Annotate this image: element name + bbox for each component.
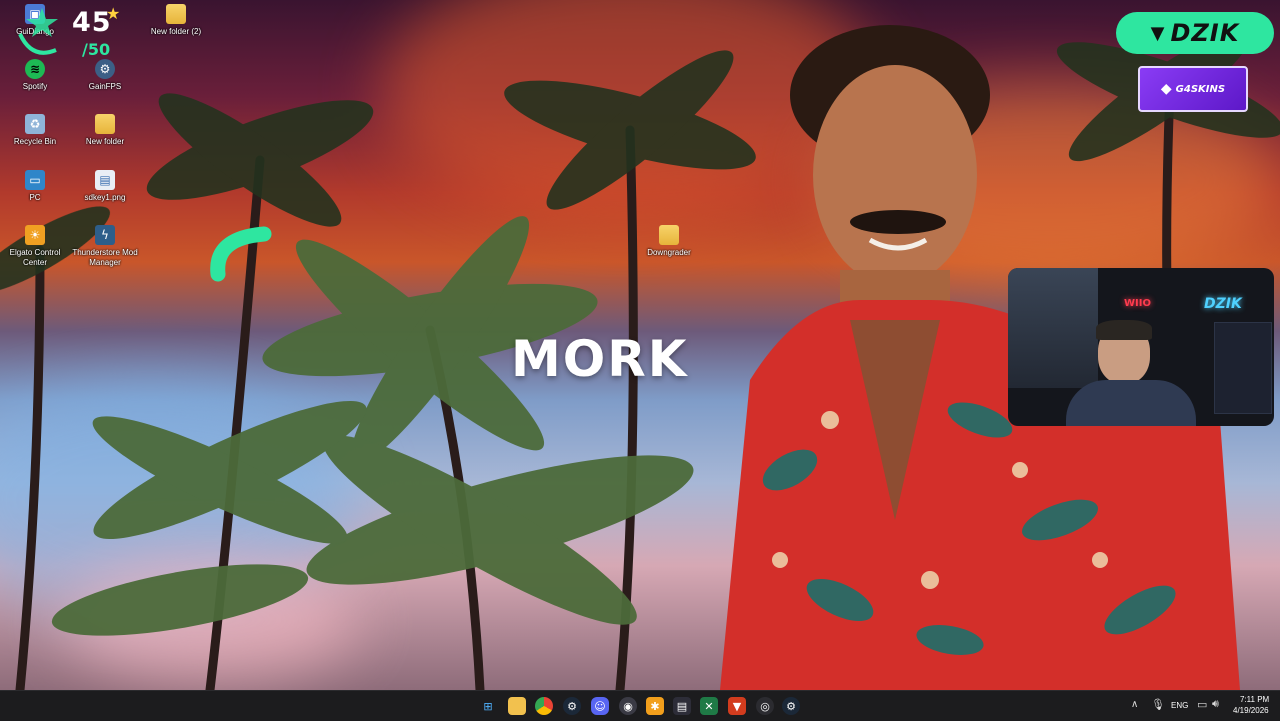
display-icon[interactable]: ▭ <box>1197 698 1207 711</box>
wallpaper-title: MORK <box>511 330 689 388</box>
webcam-window <box>1008 268 1098 388</box>
desktop-icon-recycle-bin[interactable]: ♻ Recycle Bin <box>0 114 70 147</box>
chevron-up-icon[interactable]: ∧ <box>1131 699 1138 710</box>
windows-start-icon[interactable]: ⊞ <box>479 697 497 715</box>
elgato-icon: ☀ <box>25 225 45 245</box>
image-file-icon: ▤ <box>95 170 115 190</box>
recycle-bin-icon: ♻ <box>25 114 45 134</box>
loading-arc-icon <box>210 226 272 282</box>
obs-icon[interactable]: ◎ <box>756 697 774 715</box>
steam-icon[interactable]: ⚙ <box>782 697 800 715</box>
desktop-icon-sdkey1-png[interactable]: ▤ sdkey1.png <box>70 170 140 203</box>
desktop-icon-thunderstore-mod-manager[interactable]: ϟ Thunderstore Mod Manager <box>70 225 140 268</box>
streamer-hair <box>1096 320 1152 340</box>
file-explorer-icon[interactable] <box>508 697 526 715</box>
discord-icon[interactable]: ☺ <box>591 697 609 715</box>
webcam-neon-sign-right: DZIK <box>1204 296 1242 312</box>
desktop-wallpaper: ▣ GuiDiango New folder (2) ≋ Spotify ⚙ G… <box>0 0 1280 690</box>
desktop-icon-elgato-control-center[interactable]: ☀ Elgato Control Center <box>0 225 70 268</box>
microphone-icon[interactable]: 🎙︎ <box>1151 698 1165 711</box>
webcam-shelf <box>1214 322 1272 414</box>
streamer-body <box>1066 380 1196 426</box>
app-icon[interactable]: ◉ <box>619 697 637 715</box>
webcam-neon-sign-left: WIIO <box>1124 298 1151 309</box>
app-icon[interactable]: ▤ <box>673 697 691 715</box>
language-indicator[interactable]: ENG <box>1171 701 1188 710</box>
chrome-icon[interactable] <box>535 697 553 715</box>
desktop-icon-new-folder[interactable]: New folder <box>70 114 140 147</box>
counter-goal: /50 <box>82 40 111 59</box>
thunderstore-icon: ϟ <box>95 225 115 245</box>
star-icon: ★ <box>106 4 121 23</box>
sponsor-logo: ◆ G4SKINS <box>1138 66 1248 112</box>
folder-icon <box>659 225 679 245</box>
app-icon[interactable]: ✱ <box>646 697 664 715</box>
folder-icon <box>166 4 186 24</box>
steam-icon[interactable]: ⚙ <box>563 697 581 715</box>
star-swirl-icon <box>18 8 58 55</box>
follower-goal-counter: 45 ★ /50 <box>12 4 122 64</box>
folder-icon <box>95 114 115 134</box>
desktop-icon-downgrader[interactable]: Downgrader <box>634 225 704 258</box>
desktop-icon-pc[interactable]: ▭ PC <box>0 170 70 203</box>
brave-icon[interactable]: ▼ <box>728 697 746 715</box>
monitor-icon: ▭ <box>25 170 45 190</box>
boar-icon: ▼ <box>1150 22 1165 44</box>
clock-date[interactable]: 4/19/2026 <box>1233 706 1269 715</box>
volume-icon[interactable]: 🔊︎ <box>1212 698 1219 711</box>
clock-time[interactable]: 7:11 PM <box>1240 695 1269 704</box>
excel-icon[interactable]: ✕ <box>700 697 718 715</box>
taskbar: ⊞ ⚙ ☺ ◉ ✱ ▤ ✕ ▼ ◎ ⚙ ∧ 🎙︎ ENG ▭ 🔊︎ 7:11 P… <box>0 690 1280 721</box>
webcam-overlay: WIIO DZIK <box>1008 268 1274 426</box>
panther-icon: ◆ <box>1160 81 1172 97</box>
desktop-icon-new-folder-2[interactable]: New folder (2) <box>141 4 211 37</box>
brand-logo: ▼ DZIK <box>1116 12 1274 54</box>
